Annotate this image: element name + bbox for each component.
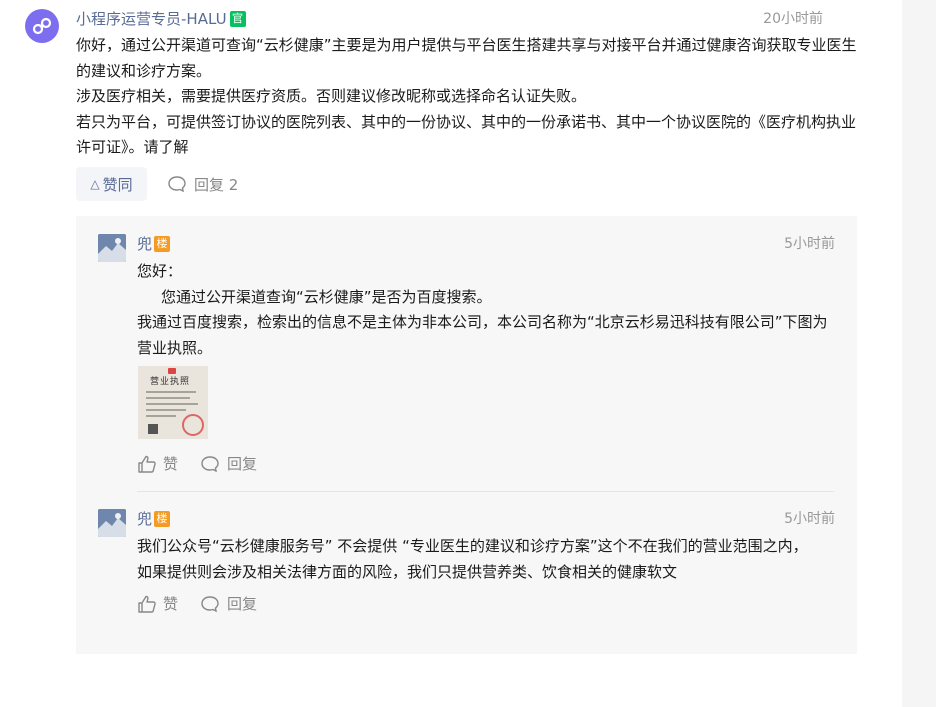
reply-author-name[interactable]: 兜	[137, 234, 152, 254]
reply-actions: 赞 回复	[137, 453, 257, 474]
author-avatar[interactable]	[25, 9, 59, 43]
reply-button[interactable]: 回复	[200, 593, 257, 614]
reply-author[interactable]: 兜 楼	[137, 509, 171, 529]
reply-label: 回复	[227, 455, 258, 473]
like-button[interactable]: 赞	[137, 453, 178, 474]
reply-label: 回复	[227, 595, 258, 613]
agree-label: 赞同	[102, 175, 133, 194]
comment-paragraph: 涉及医疗相关，需要提供医疗资质。否则建议修改昵称或选择命名认证失败。	[76, 87, 587, 105]
reply-time: 5小时前	[784, 511, 835, 527]
official-badge: 官	[229, 11, 246, 27]
avatar-image-icon	[98, 509, 126, 537]
avatar-image-icon	[98, 234, 126, 262]
like-label: 赞	[163, 595, 179, 613]
reply-author-name[interactable]: 兜	[137, 509, 152, 529]
right-scroll-strip	[902, 0, 936, 707]
comment-bubble-icon	[201, 455, 219, 472]
reply-count-label: 回复 2	[194, 175, 239, 194]
reply-button[interactable]: 回复	[200, 453, 257, 474]
reply-line: 您好：	[137, 262, 183, 280]
comment-paragraph: 若只为平台，可提供签订协议的医院列表、其中的一份协议、其中的一份承诺书、其中一个…	[76, 112, 857, 157]
comment-time: 20小时前	[763, 11, 823, 27]
like-label: 赞	[163, 455, 179, 473]
comment-content: 你好，通过公开渠道可查询“云杉健康”主要是为用户提供与平台医生搭建共享与对接平台…	[76, 33, 866, 161]
triangle-up-icon: △	[90, 177, 100, 191]
license-text-line	[146, 415, 176, 417]
floor-badge: 楼	[154, 236, 171, 252]
agree-button[interactable]: △ 赞同	[76, 167, 147, 201]
license-text-line	[146, 391, 196, 393]
comment-bubble-icon	[201, 595, 219, 612]
reply-author[interactable]: 兜 楼	[137, 234, 171, 254]
reply-actions: 赞 回复	[137, 593, 257, 614]
like-button[interactable]: 赞	[137, 593, 178, 614]
license-text-line	[146, 403, 198, 405]
replies-panel: 兜 楼 5小时前 您好： 您通过公开渠道查询“云杉健康”是否为百度搜索。 我通过…	[76, 216, 857, 654]
author-name[interactable]: 小程序运营专员-HALU	[76, 9, 227, 29]
reply-line: 我通过百度搜索，检索出的信息不是主体为非本公司，本公司名称为“北京云杉易迅科技有…	[137, 313, 828, 357]
thumbs-up-icon	[138, 595, 156, 613]
license-caption: 营业执照	[150, 377, 191, 387]
thumbs-up-icon	[138, 455, 156, 473]
reply-avatar[interactable]	[98, 509, 126, 537]
reply-content: 您好： 您通过公开渠道查询“云杉健康”是否为百度搜索。 我通过百度搜索，检索出的…	[137, 259, 837, 361]
business-license-image[interactable]: 营业执照	[138, 366, 208, 439]
comment-bubble-icon	[168, 176, 186, 193]
license-text-line	[146, 409, 186, 411]
reply-line: 您通过公开渠道查询“云杉健康”是否为百度搜索。	[161, 287, 492, 306]
reply-avatar[interactable]	[98, 234, 126, 262]
license-qr-code	[148, 424, 158, 434]
floor-badge: 楼	[154, 511, 171, 527]
reply-time: 5小时前	[784, 236, 835, 252]
comment-paragraph: 你好，通过公开渠道可查询“云杉健康”主要是为用户提供与平台医生搭建共享与对接平台…	[76, 36, 857, 80]
license-stamp	[182, 414, 204, 436]
reply-divider	[137, 491, 834, 492]
mini-program-icon	[32, 17, 52, 35]
reply-content: 我们公众号“云杉健康服务号” 不会提供 “专业医生的建议和诊疗方案”这个不在我们…	[137, 534, 817, 585]
reply-line: 我们公众号“云杉健康服务号” 不会提供 “专业医生的建议和诊疗方案”这个不在我们…	[137, 537, 808, 581]
comment-actions: △ 赞同 回复 2	[76, 167, 238, 201]
reply-button[interactable]: 回复 2	[167, 174, 238, 195]
license-text-line	[146, 397, 190, 399]
comment-author[interactable]: 小程序运营专员-HALU 官	[76, 9, 246, 29]
